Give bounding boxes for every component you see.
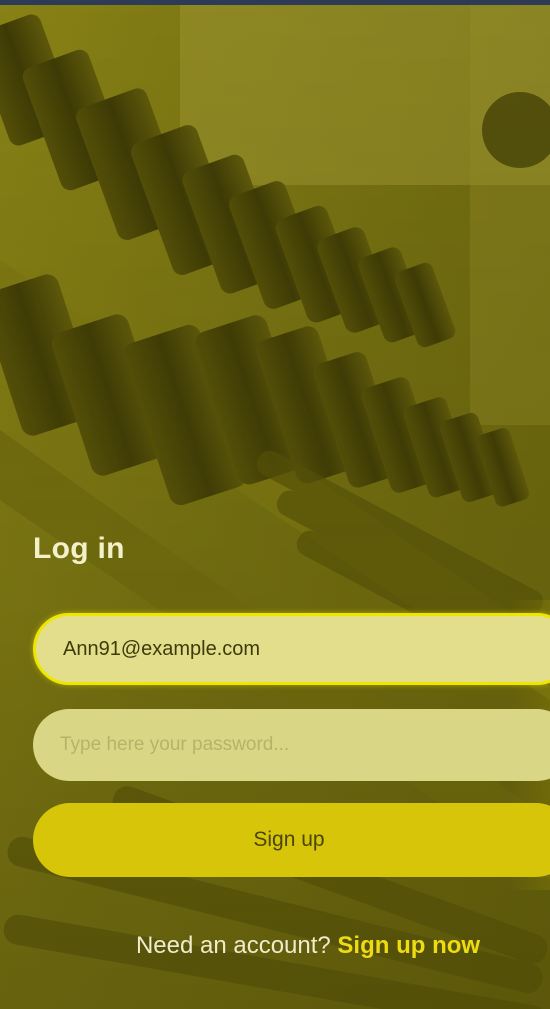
login-form: Log in Ann91@example.com Type here your … [0,0,550,1009]
email-value: Ann91@example.com [63,637,261,660]
page-title: Log in [33,532,125,565]
password-placeholder: Type here your password... [60,734,290,755]
sign-up-button-label: Sign up [253,828,325,851]
status-strip [0,0,550,5]
account-question: Need an account? [135,932,331,959]
email-field[interactable]: Ann91@example.com [33,613,550,685]
password-field[interactable]: Type here your password... [33,709,550,781]
sign-up-button[interactable]: Sign up [33,803,550,877]
account-prompt: Need an account? Sign up now [0,932,550,960]
sign-up-now-link[interactable]: Sign up now [337,932,480,959]
login-screen: Log in Ann91@example.com Type here your … [0,0,550,1009]
